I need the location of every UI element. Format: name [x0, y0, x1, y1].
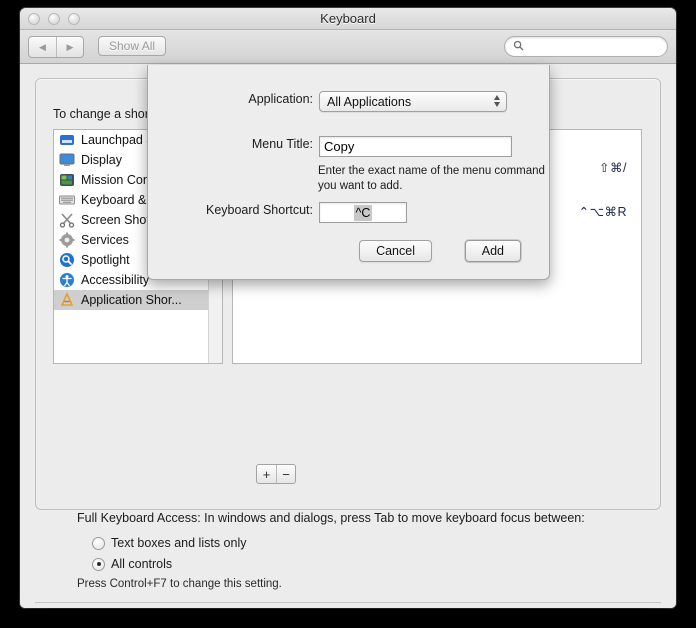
search-icon [513, 38, 524, 56]
add-shortcut-button[interactable]: + [257, 465, 276, 483]
menu-title-label: Menu Title: [251, 137, 313, 151]
screenshots-icon [59, 212, 75, 228]
keyboard-shortcut-label: Keyboard Shortcut: [205, 203, 313, 217]
menu-title-input[interactable]: Copy [319, 136, 512, 157]
menu-title-value: Copy [324, 139, 355, 154]
add-button[interactable]: Add [464, 240, 521, 262]
application-popup-button[interactable]: All Applications [319, 91, 507, 112]
shortcut-keys-0[interactable]: ⇧⌘/ [599, 160, 627, 175]
keyboard-shortcut-input[interactable]: ^C [319, 202, 407, 223]
back-button[interactable]: ◀ [29, 37, 56, 57]
category-label: Screen Shots [81, 213, 157, 227]
launchpad-icon [59, 132, 75, 148]
list-edit-buttons: + − [256, 464, 296, 484]
shortcut-keys-1[interactable]: ⌃⌥⌘R [579, 204, 627, 219]
application-label: Application: [248, 92, 313, 106]
category-item[interactable]: Application Shor... [54, 290, 222, 310]
radio-all-controls[interactable]: All controls [92, 557, 172, 571]
window-titlebar[interactable]: Keyboard [20, 8, 676, 30]
mission-control-icon [59, 172, 75, 188]
application-popup-wrap: All Applications [319, 91, 507, 112]
keyboard-shortcut-value: ^C [353, 204, 373, 221]
application-popup-value: All Applications [327, 94, 412, 109]
search-input[interactable] [528, 39, 659, 54]
accessibility-icon [59, 272, 75, 288]
chevron-updown-icon [494, 95, 500, 107]
toolbar: ◀ ▶ Show All [20, 30, 676, 64]
navigation-buttons: ◀ ▶ [28, 36, 84, 58]
add-shortcut-sheet: Application: All Applications Menu Title… [147, 65, 550, 280]
menu-title-field-wrap: Copy [319, 136, 512, 157]
full-keyboard-access-note: Press Control+F7 to change this setting. [77, 578, 282, 590]
forward-button[interactable]: ▶ [56, 37, 83, 57]
category-label: Accessibility [81, 273, 150, 287]
keyboard-shortcut-label-wrap: Keyboard Shortcut: [148, 203, 313, 217]
display-icon [59, 152, 75, 168]
radio-label: All controls [111, 557, 173, 571]
full-keyboard-access-title: Full Keyboard Access: In windows and dia… [77, 511, 585, 525]
application-shortcuts-icon [59, 292, 75, 308]
menu-title-label-wrap: Menu Title: [148, 137, 313, 151]
add-button-wrap: Add [464, 240, 521, 262]
search-field[interactable] [504, 36, 668, 57]
radio-text-boxes-and-lists[interactable]: Text boxes and lists only [92, 536, 247, 550]
desktop-background: Keyboard ◀ ▶ Show All To change a Launch… [0, 0, 696, 628]
footer-divider [35, 602, 661, 603]
remove-shortcut-button[interactable]: − [276, 465, 295, 483]
radio-button-selected-icon[interactable] [92, 557, 105, 571]
category-label: Spotlight [81, 253, 130, 267]
spotlight-icon [59, 252, 75, 268]
keyboard-shortcut-field-wrap: ^C [319, 202, 407, 223]
show-all-button[interactable]: Show All [98, 36, 167, 56]
application-label-wrap: Application: [148, 92, 313, 106]
keyboard-icon [59, 192, 75, 208]
menu-title-help-text: Enter the exact name of the menu command… [318, 165, 545, 192]
category-label: Display [81, 153, 122, 167]
services-icon [59, 232, 75, 248]
category-label: Application Shor... [81, 293, 182, 307]
cancel-button[interactable]: Cancel [359, 240, 432, 262]
keyboard-preferences-window: Keyboard ◀ ▶ Show All To change a Launch… [20, 8, 676, 608]
radio-button-icon[interactable] [92, 536, 105, 550]
category-label: Services [81, 233, 129, 247]
window-title: Keyboard [320, 11, 376, 26]
cancel-button-wrap: Cancel [359, 240, 432, 262]
window-footer: Keyboard battery level: 100% Set Up Blue… [20, 607, 676, 608]
radio-label: Text boxes and lists only [111, 536, 247, 550]
